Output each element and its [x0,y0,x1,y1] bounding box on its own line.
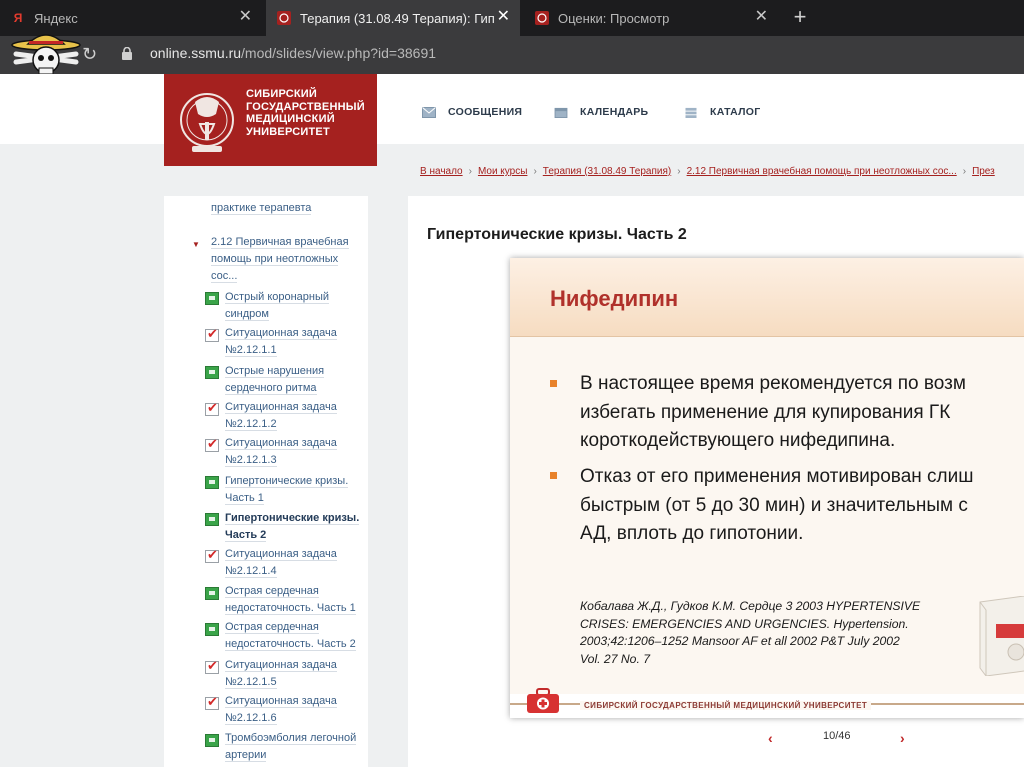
slide-heading: Нифедипин [550,286,679,311]
straw-hat-skull-icon [11,34,81,75]
new-tab-button[interactable]: + [788,4,812,30]
slide-counter: 10/46 [823,730,851,742]
tab-title: Терапия (31.08.49 Терапия): Гип [300,10,495,26]
collapse-triangle-icon[interactable]: ▼ [192,240,200,249]
bullet-marker [550,472,557,479]
university-logo[interactable]: СИБИРСКИЙ ГОСУДАРСТВЕННЫЙ МЕДИЦИНСКИЙ УН… [164,74,377,166]
close-icon[interactable]: ✕ [755,9,768,25]
breadcrumb-presentation[interactable]: През [972,166,995,177]
nav-calendar-label: КАЛЕНДАРЬ [580,106,649,118]
nav-catalog-label: КАТАЛОГ [710,106,761,118]
sidebar-item-task-1[interactable]: Ситуационная задача №2.12.1.1 [225,325,337,359]
slide-reference: Кобалава Ж.Д., Гудков К.М. Сердце 3 2003… [580,599,921,666]
bullet-marker [550,380,557,387]
url-host: online.ssmu.ru [150,45,242,61]
breadcrumb-home[interactable]: В начало [420,166,463,177]
sidebar-item-task-6[interactable]: Ситуационная задача №2.12.1.6 [225,693,337,727]
tab-title: Оценки: Просмотр [558,10,670,26]
breadcrumb: В начало › Мои курсы › Терапия (31.08.49 Тер… [420,166,995,177]
next-slide-button[interactable]: › [900,730,905,746]
breadcrumb-separator: › [677,166,681,177]
slides-icon [205,513,219,526]
logo-text: СИБИРСКИЙ ГОСУДАРСТВЕННЫЙ МЕДИЦИНСКИЙ УН… [246,88,365,138]
sidebar-item-heart-failure-1[interactable]: Острая сердечная недостаточность. Часть 1 [225,583,356,617]
sidebar-item-heart-failure-2[interactable]: Острая сердечная недостаточность. Часть 2 [225,619,356,653]
url-field[interactable]: online.ssmu.ru/mod/slides/view.php?id=38… [150,45,436,61]
ssmu-crest-icon [534,10,550,26]
task-icon [205,658,219,674]
sidebar-item-crisis-part-2[interactable]: Гипертонические кризы. Часть 2 [225,510,360,544]
task-icon [205,547,219,563]
yandex-icon: Я [13,11,23,25]
sidebar-item-terapevt-practice[interactable]: практике терапевта [211,200,312,217]
breadcrumb-separator: › [468,166,472,177]
task-icon [205,436,219,452]
nav-messages-label: СООБЩЕНИЯ [448,106,523,118]
sidebar-item-acs[interactable]: Острый коронарный синдром [225,289,330,323]
slide-bullet-2: Отказ от его применения мотивирован слиш… [580,466,974,544]
slides-icon [205,292,219,305]
nav-calendar[interactable]: КАЛЕНДАРЬ [554,106,648,118]
close-icon[interactable]: ✕ [239,9,252,25]
first-aid-kit-icon [527,688,559,713]
task-icon [205,694,219,710]
sidebar-item-task-3[interactable]: Ситуационная задача №2.12.1.3 [225,435,337,469]
breadcrumb-separator: › [533,166,537,177]
close-icon[interactable]: ✕ [497,9,510,25]
browser-tab-bar: Я Яндекс ✕ Терапия (31.08.49 Терапия): Г… [0,0,1024,36]
url-path: /mod/slides/view.php?id=38691 [241,45,437,61]
presentation-slide: Нифедипин В настоящее время рекомендуетс… [510,258,1024,718]
catalog-icon [685,107,697,118]
nav-messages[interactable]: СООБЩЕНИЯ [422,106,522,118]
slides-icon [205,734,219,747]
ssmu-crest-icon [276,10,292,26]
sidebar-item-crisis-part-1[interactable]: Гипертонические кризы. Часть 1 [225,473,349,507]
breadcrumb-course[interactable]: Терапия (31.08.49 Терапия) [543,166,671,177]
tab-therapy[interactable]: Терапия (31.08.49 Терапия): Гип ✕ [266,0,520,36]
lock-icon [122,47,132,60]
crest-icon [180,93,234,152]
task-icon [205,326,219,342]
breadcrumb-separator: › [962,166,967,177]
nav-catalog[interactable]: КАТАЛОГ [684,106,761,118]
slide-footer-text: СИБИРСКИЙ ГОСУДАРСТВЕННЫЙ МЕДИЦИНСКИЙ УН… [580,701,872,710]
calendar-icon [554,107,568,118]
slide-header: Нифедипин [510,258,1024,337]
reload-icon[interactable]: ↻ [82,44,97,65]
breadcrumb-my-courses[interactable]: Мои курсы [478,166,528,177]
sidebar-section-2-12[interactable]: 2.12 Первичная врачебная помощь при неот… [211,234,349,285]
medicine-box-image [979,596,1024,676]
slide-bullet-1: В настоящее время рекомендуется по возм … [580,373,966,451]
breadcrumb-section[interactable]: 2.12 Первичная врачебная помощь при неот… [687,166,957,177]
sidebar-item-pe[interactable]: Тромбоэмболия легочной артерии [225,730,357,764]
page-title: Гипертонические кризы. Часть 2 [427,226,687,243]
slides-icon [205,366,219,379]
sidebar-item-task-5[interactable]: Ситуационная задача №2.12.1.5 [225,657,337,691]
prev-slide-button[interactable]: ‹ [768,730,773,746]
slides-icon [205,587,219,600]
slides-icon [205,476,219,489]
sidebar-item-arrhythmia[interactable]: Острые нарушения сердечного ритма [225,363,325,397]
tab-grades[interactable]: Оценки: Просмотр ✕ [524,0,778,36]
tab-yandex[interactable]: Я Яндекс ✕ [0,0,262,36]
slides-icon [205,623,219,636]
tab-title: Яндекс [34,10,78,26]
task-icon [205,400,219,416]
envelope-icon [422,106,436,118]
sidebar-item-task-4[interactable]: Ситуационная задача №2.12.1.4 [225,546,337,580]
sidebar-item-task-2[interactable]: Ситуационная задача №2.12.1.2 [225,399,337,433]
